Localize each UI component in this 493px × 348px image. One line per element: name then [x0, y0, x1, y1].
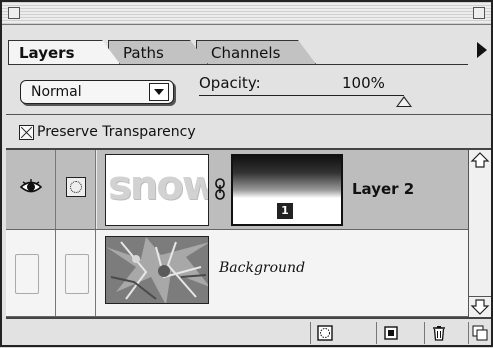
zoom-box[interactable]: [473, 7, 485, 19]
preserve-transparency-label: Preserve Transparency: [37, 124, 196, 140]
layers-palette: Layers Paths Channels Normal Opacity: 10…: [0, 0, 493, 347]
divider: [6, 114, 491, 115]
scroll-up-icon[interactable]: [469, 150, 491, 170]
thumbnail-text: snow: [108, 163, 209, 209]
new-layer-button[interactable]: [376, 322, 406, 344]
tab-paths[interactable]: Paths: [108, 40, 208, 64]
chevron-down-icon[interactable]: [149, 83, 169, 101]
opacity-slider-track: [199, 95, 404, 96]
layer-name[interactable]: Layer 2: [352, 180, 414, 198]
trash-icon: [433, 326, 445, 341]
brush-icon: [66, 177, 86, 197]
layer-row-background[interactable]: Background: [6, 230, 468, 317]
add-layer-mask-button[interactable]: [310, 322, 340, 344]
scroll-down-icon[interactable]: [469, 296, 491, 317]
vertical-scrollbar[interactable]: [468, 150, 491, 317]
palette-tabs: Layers Paths Channels: [8, 38, 468, 64]
tab-underline: [8, 64, 468, 65]
new-layer-icon: [384, 326, 398, 340]
visibility-toggle[interactable]: [6, 150, 56, 229]
opacity-slider[interactable]: [199, 95, 412, 107]
layer-content[interactable]: snow 1 Layer 2: [97, 150, 468, 229]
opacity-label: Opacity:: [199, 74, 261, 92]
layer-content[interactable]: Background: [97, 230, 468, 316]
resize-grip-icon[interactable]: [468, 322, 491, 344]
mask-number-badge: 1: [277, 203, 293, 219]
layer-thumbnail[interactable]: snow: [105, 154, 209, 226]
opacity-slider-thumb[interactable]: [396, 96, 412, 107]
eye-icon: [20, 179, 42, 193]
menu-arrow-icon[interactable]: [477, 42, 487, 58]
layer-name[interactable]: Background: [219, 260, 305, 276]
layer-mask-thumbnail[interactable]: 1: [231, 154, 343, 226]
visibility-empty-slot: [15, 254, 39, 294]
layer-list: snow 1 Layer 2 Background: [6, 150, 468, 317]
link-toggle[interactable]: [56, 230, 96, 316]
tab-layers[interactable]: Layers: [8, 40, 120, 64]
opacity-value[interactable]: 100%: [342, 74, 385, 92]
preserve-transparency-checkbox[interactable]: [19, 124, 34, 140]
close-box[interactable]: [8, 7, 20, 19]
delete-layer-button[interactable]: [424, 322, 454, 344]
layer-mask-icon: [317, 325, 333, 341]
link-toggle[interactable]: [56, 150, 96, 229]
palette-bottom-bar: [6, 317, 491, 345]
snow-texture-image: [106, 237, 208, 303]
palette-title-bar[interactable]: [2, 2, 491, 25]
background-thumbnail[interactable]: [105, 236, 209, 304]
link-empty-slot: [65, 254, 89, 294]
tab-channels[interactable]: Channels: [196, 40, 316, 64]
layer-row-layer-2[interactable]: snow 1 Layer 2: [6, 150, 468, 230]
blend-mode-select[interactable]: Normal: [20, 80, 174, 104]
blend-mode-value: Normal: [31, 84, 82, 100]
visibility-toggle[interactable]: [6, 230, 56, 316]
preserve-transparency-option[interactable]: Preserve Transparency: [19, 124, 196, 140]
chain-icon[interactable]: [214, 178, 226, 200]
